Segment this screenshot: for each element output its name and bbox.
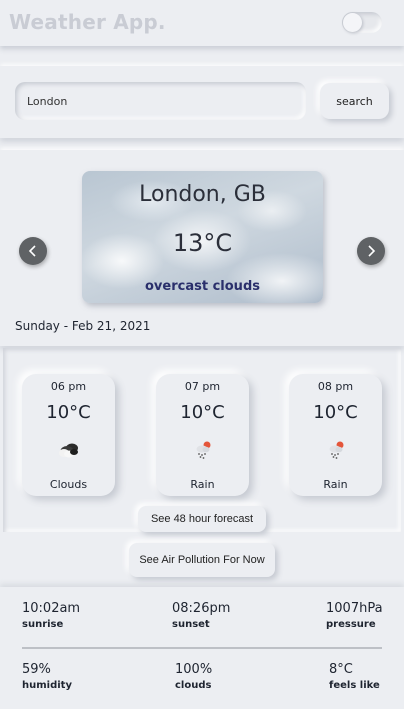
clouds-value: 100% xyxy=(175,662,213,677)
clouds-detail: 100% clouds xyxy=(175,662,212,691)
details-divider xyxy=(22,647,382,649)
humidity-detail: 59% humidity xyxy=(22,662,72,691)
search-button[interactable]: search xyxy=(320,83,389,119)
hour-temperature: 10°C xyxy=(180,402,225,423)
feels-like-label: feels like xyxy=(329,680,380,691)
hour-temperature: 10°C xyxy=(46,402,91,423)
sunset-value: 08:26pm xyxy=(172,601,231,616)
see-air-pollution-button[interactable]: See Air Pollution For Now xyxy=(129,543,275,577)
hour-condition: Clouds xyxy=(49,478,88,491)
hour-temperature: 10°C xyxy=(313,402,358,423)
hourly-card: 08 pm 10°C Rain xyxy=(289,374,382,496)
next-city-button[interactable] xyxy=(357,237,385,265)
dark-mode-toggle[interactable] xyxy=(342,12,382,33)
rain-icon xyxy=(196,441,211,459)
current-weather-panel: London, GB 13°C overcast clouds Sunday -… xyxy=(0,150,404,346)
sunset-label: sunset xyxy=(172,619,210,630)
previous-city-button[interactable] xyxy=(19,237,47,265)
clouds-icon xyxy=(59,443,78,458)
search-panel: search xyxy=(0,66,404,138)
hour-condition: Rain xyxy=(190,478,215,491)
current-date: Sunday - Feb 21, 2021 xyxy=(15,319,151,333)
humidity-value: 59% xyxy=(22,662,51,677)
hour-condition: Rain xyxy=(323,478,348,491)
city-name: London, GB xyxy=(139,182,266,207)
chevron-left-icon xyxy=(28,245,36,257)
pressure-label: pressure xyxy=(326,619,376,630)
hourly-forecast-panel: 06 pm 10°C Clouds 07 pm 10°C Rain 08 pm … xyxy=(3,348,401,532)
weather-details-panel: 10:02am sunrise 08:26pm sunset 1007hPa p… xyxy=(0,587,404,709)
hour-time: 07 pm xyxy=(184,380,221,393)
rain-icon xyxy=(329,441,344,459)
humidity-label: humidity xyxy=(22,680,72,691)
city-search-input[interactable] xyxy=(15,82,306,120)
pressure-value: 1007hPa xyxy=(326,601,383,616)
current-temperature: 13°C xyxy=(172,229,233,257)
see-48-hour-forecast-button[interactable]: See 48 hour forecast xyxy=(138,506,266,532)
sunrise-detail: 10:02am sunrise xyxy=(22,601,80,630)
hourly-card: 06 pm 10°C Clouds xyxy=(22,374,115,496)
hour-time: 06 pm xyxy=(50,380,87,393)
current-weather-card: London, GB 13°C overcast clouds xyxy=(82,171,323,303)
weather-description: overcast clouds xyxy=(145,279,260,294)
chevron-right-icon xyxy=(368,245,376,257)
toggle-knob xyxy=(343,13,362,32)
hourly-card: 07 pm 10°C Rain xyxy=(156,374,249,496)
app-header: Weather App. xyxy=(0,0,404,46)
hour-time: 08 pm xyxy=(317,380,354,393)
feels-like-detail: 8°C feels like xyxy=(329,662,380,691)
clouds-label: clouds xyxy=(175,680,212,691)
app-title: Weather App. xyxy=(9,10,166,34)
sunrise-value: 10:02am xyxy=(22,601,81,616)
sunrise-label: sunrise xyxy=(22,619,64,630)
pressure-detail: 1007hPa pressure xyxy=(326,601,383,630)
feels-like-value: 8°C xyxy=(329,662,353,677)
sunset-detail: 08:26pm sunset xyxy=(172,601,230,630)
